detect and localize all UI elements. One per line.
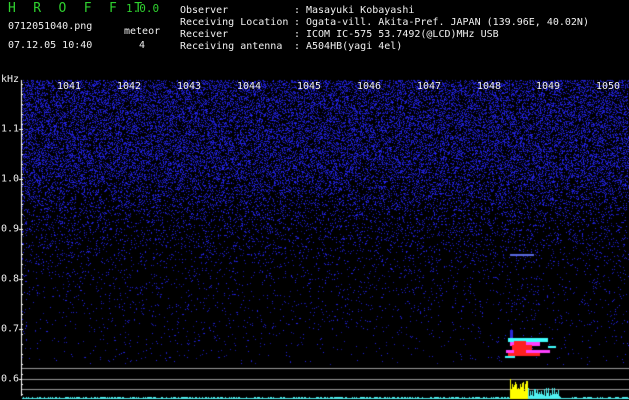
x-tick-label: 1044 <box>236 81 262 92</box>
x-tick-label: 1049 <box>535 81 561 92</box>
meta-value: ICOM IC-575 53.7492(@LCD)MHz USB <box>306 29 499 40</box>
x-tick-label: 1045 <box>296 81 322 92</box>
meta-location: Receiving Location: Ogata-vill. Akita-Pre… <box>180 17 589 28</box>
meta-key: Observer <box>180 5 229 16</box>
x-tick-label: 1042 <box>116 81 142 92</box>
x-tick-label: 1041 <box>56 81 82 92</box>
hroft-window: H R O F F T 1.0.0 0712051040.png meteor … <box>0 0 629 400</box>
meta-key: Receiving antenna <box>180 41 283 52</box>
x-tick-label: 1050 <box>595 81 621 92</box>
event-count: 4 <box>139 40 146 51</box>
spectrogram-canvas <box>0 0 629 400</box>
meta-value: Masayuki Kobayashi <box>306 5 415 16</box>
x-tick-label: 1043 <box>176 81 202 92</box>
x-tick-label: 1048 <box>476 81 502 92</box>
y-tick-label: 0.9 <box>1 223 20 235</box>
meta-receiver: Receiver: ICOM IC-575 53.7492(@LCD)MHz US… <box>180 29 499 40</box>
y-tick-label: 0.8 <box>1 273 20 285</box>
meta-key: Receiving Location <box>180 17 289 28</box>
y-tick-label: 0.7 <box>1 323 20 335</box>
capture-datetime: 07.12.05 10:40 <box>8 40 93 51</box>
app-version: 1.0.0 <box>126 2 160 15</box>
y-tick-label: 1.1 <box>1 123 20 135</box>
y-tick-label: 0.6 <box>1 373 20 385</box>
event-label: meteor <box>124 26 161 37</box>
meta-value: Ogata-vill. Akita-Pref. JAPAN (139.96E, … <box>306 17 589 28</box>
x-tick-label: 1047 <box>416 81 442 92</box>
y-axis-unit: kHz <box>1 74 20 85</box>
x-tick-label: 1046 <box>356 81 382 92</box>
file-name: 0712051040.png <box>8 21 93 32</box>
meta-observer: Observer: Masayuki Kobayashi <box>180 5 415 16</box>
meta-antenna: Receiving antenna: A504HB(yagi 4el) <box>180 41 403 52</box>
meta-value: A504HB(yagi 4el) <box>306 41 403 52</box>
meta-key: Receiver <box>180 29 229 40</box>
y-tick-label: 1.0 <box>1 173 20 185</box>
